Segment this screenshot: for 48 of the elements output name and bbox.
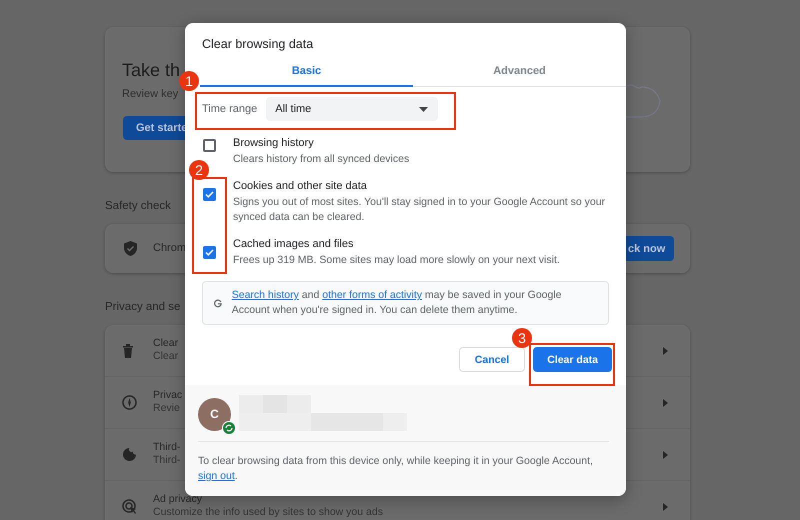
check-now-button[interactable]: ck now [626,236,674,261]
g-logo-icon [214,296,222,310]
row-subtitle: Third- [153,454,180,466]
option-description: Clears history from all synced devices [233,152,410,167]
info-text: Search history and other forms of activity may be saved in your Google Account when you're signed in. You can delete them anytime. [232,288,563,318]
option-description: Signs you out of most sites. You'll stay signed in to your Google Account so your synced data can be cleared. [233,195,606,225]
row-title: Ad privacy [153,493,204,505]
checkbox[interactable] [203,246,216,259]
caret-right-icon [663,450,668,458]
tab[interactable]: Basic [200,59,413,87]
checkbox[interactable] [203,139,216,152]
section-heading: Privacy and se [105,301,180,313]
checkbox[interactable] [203,188,216,201]
option-title: Browsing history [233,137,315,149]
cancel-button[interactable]: Cancel [458,347,526,372]
row-title: Privac [153,389,182,401]
section-heading: Safety check [105,200,171,212]
cursor-target-icon [122,499,137,514]
card-title: Take th [122,60,180,81]
shield-icon [124,241,137,256]
text-link[interactable]: sign out [198,470,235,482]
time-range-dropdown[interactable]: All time [266,97,438,121]
clear-data-button[interactable]: Clear data [533,347,612,372]
row-subtitle: Customize the info used by sites to show you ads [153,506,383,518]
tab[interactable]: Advanced [413,59,626,87]
row-title: Clear [153,337,178,349]
row-title: Third- [153,441,180,453]
dialog-title: Clear browsing data [201,36,314,53]
field-label: Time range [202,103,258,115]
footer-text: To clear browsing data from this device only, while keeping it in your Google Account, sign out. [198,454,594,484]
trash-icon [122,344,134,358]
compass-icon [122,395,137,410]
card-subtitle: Review key [122,88,178,100]
row-subtitle: Clear [153,350,178,362]
caret-right-icon [663,398,668,406]
cookie-icon [122,447,137,462]
card-title: Chrom [153,242,186,254]
option-title: Cached images and files [233,238,354,250]
caret-right-icon [663,502,668,510]
sync-icon [222,420,236,434]
text-link[interactable]: other forms of activity [322,289,422,301]
dropdown-caret-icon [419,106,428,112]
row-subtitle: Revie [153,402,181,414]
option-title: Cookies and other site data [233,180,368,192]
option-description: Frees up 319 MB. Some sites may load more slowly on your next visit. [233,253,560,268]
text-link[interactable]: Search history [232,289,299,301]
cloud-outline-icon [626,83,661,119]
caret-right-icon [663,346,668,354]
